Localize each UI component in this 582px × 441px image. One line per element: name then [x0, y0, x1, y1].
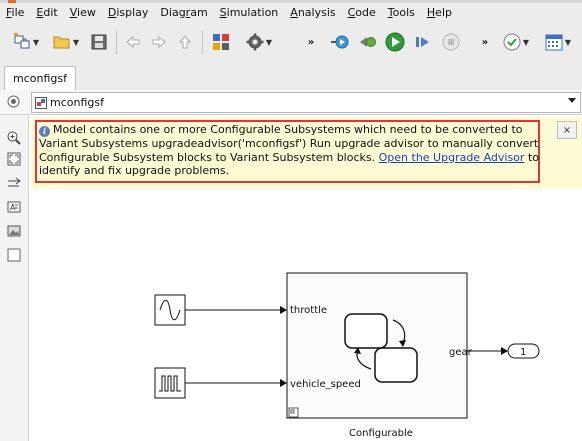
port-label-gear: gear: [449, 347, 473, 358]
state-icon-1: [344, 313, 388, 349]
menu-diagram[interactable]: Diagram: [154, 6, 213, 19]
forward-arrow-icon: [152, 35, 166, 49]
step-back-button[interactable]: [356, 30, 378, 54]
build-icon: [331, 35, 349, 49]
chevron-right-icon: »: [307, 36, 315, 48]
back-button[interactable]: [122, 30, 144, 54]
pulse-generator-block[interactable]: [154, 367, 186, 399]
area-icon: [7, 248, 21, 262]
run-button[interactable]: [384, 30, 406, 54]
menu-bar: File Edit View Display Diagram Simulation Anal…: [0, 3, 582, 22]
image-button[interactable]: [7, 224, 21, 238]
step-config-button[interactable]: [328, 30, 352, 54]
port-label-throttle: throttle: [290, 305, 327, 316]
menu-code[interactable]: Code: [342, 6, 382, 19]
toolbar-overflow-button[interactable]: »: [304, 30, 318, 54]
back-arrow-icon: [126, 35, 140, 49]
arrow-tool-button[interactable]: [7, 176, 21, 190]
outport-block[interactable]: 1: [507, 343, 540, 359]
library-browser-button[interactable]: [210, 30, 232, 54]
signal-line-vehicle-speed[interactable]: [185, 379, 287, 387]
tab-mconfigsf[interactable]: mconfigsf: [4, 66, 76, 90]
up-button[interactable]: [174, 30, 196, 54]
forward-button[interactable]: [148, 30, 170, 54]
fit-to-view-icon: [7, 152, 21, 166]
step-back-icon: [360, 37, 376, 47]
chevron-down-icon[interactable]: [568, 98, 576, 103]
toolbar: ▼ ▼ ▼ » » ▼ ▼: [0, 22, 582, 63]
close-icon: ×: [562, 124, 572, 136]
grid-settings-button[interactable]: ▼: [540, 30, 576, 54]
folder-icon: [53, 36, 70, 49]
stop-icon: [442, 33, 460, 51]
outport-number: 1: [520, 347, 526, 358]
annotation-icon: A: [7, 201, 21, 213]
menu-view[interactable]: View: [64, 6, 102, 19]
new-model-button[interactable]: ▼: [8, 30, 44, 54]
menu-simulation[interactable]: Simulation: [214, 6, 285, 19]
hide-explorer-button[interactable]: [7, 95, 20, 111]
model-settings-button[interactable]: ▼: [238, 30, 280, 54]
close-banner-button[interactable]: ×: [557, 121, 577, 139]
toolbar-overflow-button-2[interactable]: »: [478, 30, 492, 54]
up-arrow-icon: [178, 35, 192, 49]
gear-icon: [246, 33, 264, 51]
configurable-subsystem-block[interactable]: throttle vehicle_speed gear: [286, 272, 473, 419]
chevron-right-icon: »: [481, 36, 489, 48]
breadcrumb[interactable]: mconfigsf: [31, 92, 581, 113]
checkmark-icon: [503, 33, 521, 51]
image-icon: [7, 225, 21, 237]
open-button[interactable]: ▼: [50, 30, 82, 54]
model-icon: [35, 96, 47, 109]
save-icon: [91, 34, 107, 50]
menu-help[interactable]: Help: [421, 6, 458, 19]
library-browser-icon: [213, 34, 229, 50]
step-forward-button[interactable]: [412, 30, 434, 54]
zoom-icon: [7, 131, 21, 145]
menu-tools[interactable]: Tools: [382, 6, 421, 19]
stop-button[interactable]: [440, 30, 462, 54]
fit-to-view-button[interactable]: [7, 152, 21, 166]
breadcrumb-bar: mconfigsf: [0, 90, 582, 115]
sine-wave-block[interactable]: [154, 294, 186, 326]
subsystem-name: Configurable: [349, 428, 413, 439]
state-icon-2: [374, 347, 418, 383]
area-button[interactable]: [7, 248, 21, 262]
info-icon: i: [39, 126, 50, 137]
explorer-toggle-icon: [7, 95, 20, 108]
signal-line-gear[interactable]: [467, 347, 508, 355]
arrow-right-icon: [8, 177, 21, 187]
zoom-button[interactable]: [7, 131, 21, 145]
menu-edit[interactable]: Edit: [30, 6, 63, 19]
breadcrumb-label: mconfigsf: [50, 96, 104, 109]
menu-analysis[interactable]: Analysis: [284, 6, 341, 19]
model-tab-strip: mconfigsf: [0, 62, 582, 91]
canvas-palette: A: [0, 115, 29, 441]
port-label-vehicle-speed: vehicle_speed: [290, 379, 361, 390]
signal-line-throttle[interactable]: [185, 306, 287, 314]
notification-banner: i Model contains one or more Configurable…: [31, 117, 582, 189]
block-diagram: throttle vehicle_speed gear Configurable…: [154, 272, 540, 439]
annotation-button[interactable]: A: [7, 200, 21, 214]
grid-icon: [545, 34, 563, 51]
save-button[interactable]: [88, 30, 110, 54]
tab-label: mconfigsf: [13, 72, 67, 85]
step-forward-icon: [416, 37, 429, 47]
new-model-icon: [13, 33, 30, 49]
menu-display[interactable]: Display: [102, 6, 155, 19]
upgrade-advisor-link[interactable]: Open the Upgrade Advisor: [379, 151, 525, 164]
model-advisor-button[interactable]: ▼: [500, 30, 532, 54]
menu-file[interactable]: File: [0, 6, 30, 19]
play-icon: [385, 32, 405, 52]
banner-message: i Model contains one or more Configurable…: [39, 123, 539, 178]
